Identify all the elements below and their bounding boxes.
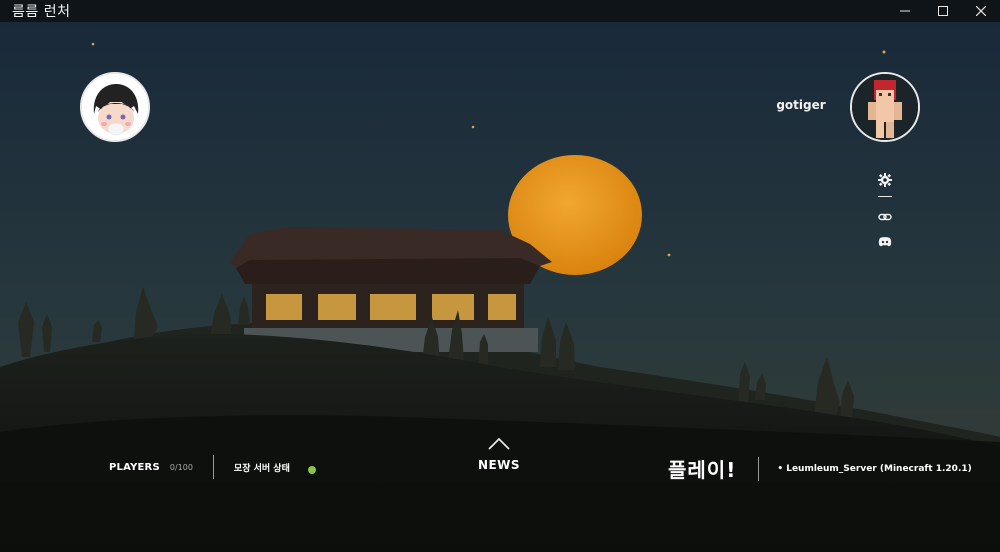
play-section: 플레이! • Leumleum_Server (Minecraft 1.20.1…	[668, 454, 972, 483]
server-status-indicator	[307, 466, 316, 474]
minimize-button[interactable]	[886, 0, 924, 22]
username-label: gotiger	[776, 98, 826, 112]
profile-avatar[interactable]	[80, 72, 150, 142]
title-bar: 름름 런처	[0, 0, 1000, 22]
side-menu	[870, 172, 900, 257]
close-icon	[976, 6, 986, 16]
maximize-button[interactable]	[924, 0, 962, 22]
status-bar: PLAYERS 0/100 모장 서버 상태	[109, 455, 316, 479]
players-label: PLAYERS	[109, 461, 160, 473]
minecraft-skin-icon	[852, 74, 918, 140]
star	[91, 42, 95, 46]
news-label: NEWS	[477, 458, 521, 472]
discord-icon	[878, 236, 892, 246]
players-count: 0/100	[169, 462, 193, 472]
character-portrait-icon	[82, 74, 148, 140]
star	[471, 125, 475, 129]
play-button[interactable]: 플레이!	[668, 454, 736, 483]
maximize-icon	[938, 6, 948, 16]
window-title: 름름 런처	[12, 4, 71, 20]
star	[667, 253, 671, 257]
status-divider	[212, 455, 214, 479]
minimize-icon	[900, 10, 910, 12]
star	[882, 50, 886, 54]
server-selector[interactable]: • Leumleum_Server (Minecraft 1.20.1)	[777, 464, 971, 474]
hanok-pavilion	[230, 227, 552, 352]
chevron-up-icon	[488, 438, 510, 450]
link-icon	[878, 213, 892, 221]
window-controls	[886, 0, 1000, 22]
close-button[interactable]	[962, 0, 1000, 22]
settings-button[interactable]	[876, 172, 894, 188]
discord-button[interactable]	[876, 233, 894, 249]
minecraft-skin-avatar[interactable]	[850, 72, 920, 142]
side-menu-divider	[878, 196, 892, 197]
play-divider	[758, 456, 760, 481]
mojang-server-status-label: 모장 서버 상태	[233, 463, 290, 474]
news-button[interactable]: NEWS	[470, 438, 528, 473]
link-button[interactable]	[876, 209, 894, 225]
gear-icon	[878, 173, 892, 187]
